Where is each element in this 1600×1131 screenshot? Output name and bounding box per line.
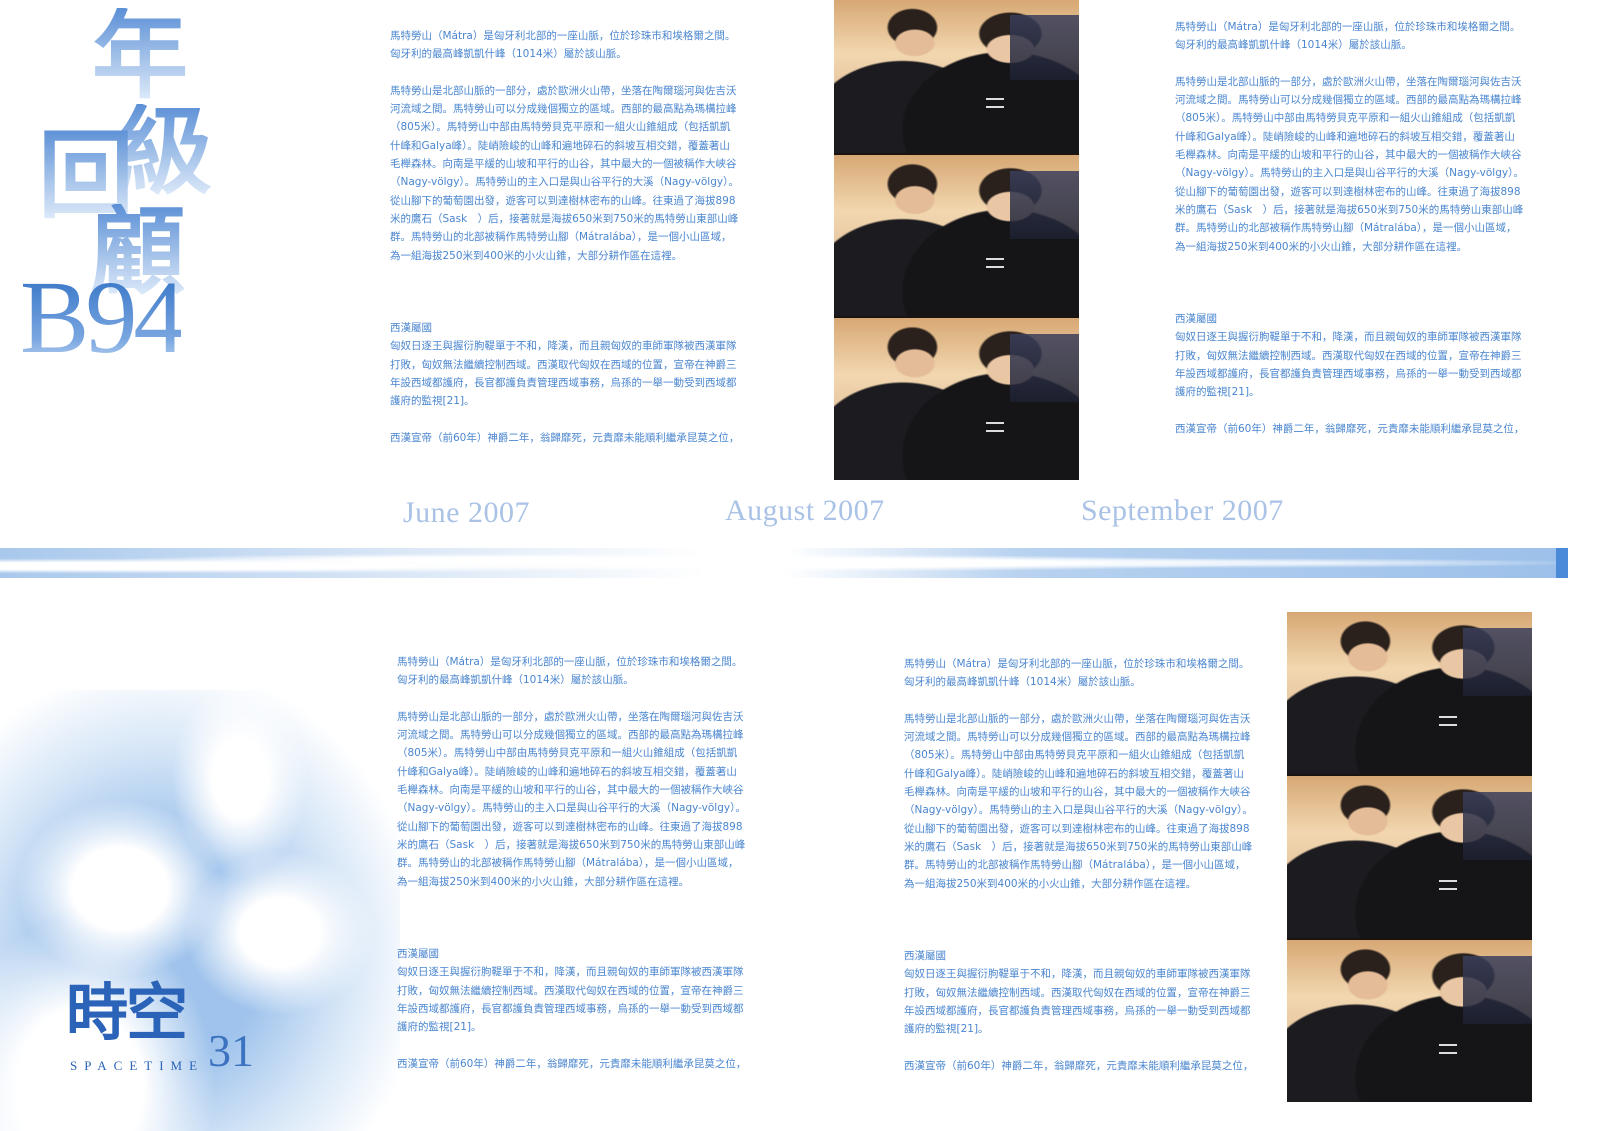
paragraph-geography: 馬特勞山是北部山脈的一部分，處於歐洲火山帶，坐落在陶爾瑙河與佐吉沃河流域之間。馬… [390, 84, 739, 262]
paragraph-intro: 馬特勞山（Mátra）是匈牙利北部的一座山脈，位於珍珠市和埃格爾之間。匈牙利的最… [1175, 21, 1521, 52]
text-column-top-left: 馬特勞山（Mátra）是匈牙利北部的一座山脈，位於珍珠市和埃格爾之間。匈牙利的最… [390, 27, 740, 447]
paragraph-history-2: 西漢宣帝（前60年）神爵二年，翁歸靡死，元貴靡未能順利繼承昆莫之位， [390, 431, 740, 444]
photo-strip-bottom [1287, 612, 1532, 1102]
paragraph-history: 匈奴日逐王與握衍朐鞮單于不和，降漢，而且親匈奴的車師軍隊被西漢軍隊打敗，匈奴無法… [1175, 331, 1522, 399]
issue-number: 31 [208, 1025, 254, 1076]
photo [1287, 776, 1532, 938]
text-column-bottom-left: 馬特勞山（Mátra）是匈牙利北部的一座山脈，位於珍珠市和埃格爾之間。匈牙利的最… [397, 653, 747, 1073]
photo [834, 318, 1079, 480]
paragraph-history: 匈奴日逐王與握衍朐鞮單于不和，降漢，而且親匈奴的車師軍隊被西漢軍隊打敗，匈奴無法… [390, 340, 737, 408]
date-september: September 2007 [1081, 494, 1284, 527]
paragraph-history-2: 西漢宣帝（前60年）神爵二年，翁歸靡死，元貴靡未能順利繼承昆莫之位， [397, 1057, 747, 1070]
text-column-bottom-right: 馬特勞山（Mátra）是匈牙利北部的一座山脈，位於珍珠市和埃格爾之間。匈牙利的最… [904, 655, 1254, 1075]
date-june: June 2007 [403, 496, 530, 529]
paragraph-intro: 馬特勞山（Mátra）是匈牙利北部的一座山脈，位於珍珠市和埃格爾之間。匈牙利的最… [390, 30, 736, 61]
paragraph-history-2: 西漢宣帝（前60年）神爵二年，翁歸靡死，元貴靡未能順利繼承昆莫之位， [904, 1059, 1254, 1072]
photo [1287, 940, 1532, 1102]
section-heading: 西漢屬國 [390, 322, 432, 335]
paragraph-geography: 馬特勞山是北部山脈的一部分，處於歐洲火山帶，坐落在陶爾瑙河與佐吉沃河流域之間。馬… [904, 712, 1253, 890]
brand-subtitle: SPACETIME [70, 1058, 205, 1073]
section-heading: 西漢屬國 [397, 948, 439, 961]
class-code: B94 [20, 260, 185, 375]
photo [1287, 612, 1532, 774]
section-heading: 西漢屬國 [1175, 313, 1217, 326]
photo [834, 155, 1079, 316]
brand-name: 時空 [66, 976, 188, 1049]
date-august: August 2007 [725, 494, 885, 527]
paragraph-intro: 馬特勞山（Mátra）是匈牙利北部的一座山脈，位於珍珠市和埃格爾之間。匈牙利的最… [397, 656, 743, 687]
paragraph-history: 匈奴日逐王與握衍朐鞮單于不和，降漢，而且親匈奴的車師軍隊被西漢軍隊打敗，匈奴無法… [904, 968, 1251, 1036]
paragraph-history-2: 西漢宣帝（前60年）神爵二年，翁歸靡死，元貴靡未能順利繼承昆莫之位， [1175, 422, 1525, 435]
paragraph-geography: 馬特勞山是北部山脈的一部分，處於歐洲火山帶，坐落在陶爾瑙河與佐吉沃河流域之間。馬… [397, 710, 746, 888]
text-column-top-right: 馬特勞山（Mátra）是匈牙利北部的一座山脈，位於珍珠市和埃格爾之間。匈牙利的最… [1175, 18, 1525, 438]
paragraph-geography: 馬特勞山是北部山脈的一部分，處於歐洲火山帶，坐落在陶爾瑙河與佐吉沃河流域之間。馬… [1175, 75, 1524, 253]
photo [834, 0, 1079, 153]
paragraph-history: 匈奴日逐王與握衍朐鞮單于不和，降漢，而且親匈奴的車師軍隊被西漢軍隊打敗，匈奴無法… [397, 966, 744, 1034]
paragraph-intro: 馬特勞山（Mátra）是匈牙利北部的一座山脈，位於珍珠市和埃格爾之間。匈牙利的最… [904, 658, 1250, 689]
photo-strip-top [834, 0, 1079, 480]
sky-divider [0, 548, 1568, 578]
title-char-1: 年 [92, 0, 188, 112]
edge-tab [1556, 548, 1568, 578]
section-heading: 西漢屬國 [904, 950, 946, 963]
